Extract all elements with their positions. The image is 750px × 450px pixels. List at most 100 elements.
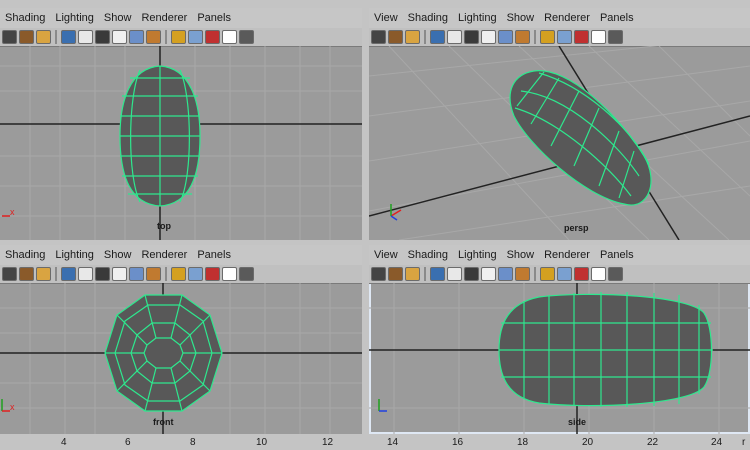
menu-panels[interactable]: Panels — [595, 249, 639, 261]
toolbar-button-icon[interactable] — [540, 267, 555, 281]
timeline-tick-label: 22 — [647, 437, 659, 448]
toolbar-button-icon[interactable] — [188, 267, 203, 281]
menu-renderer[interactable]: Renderer — [539, 249, 595, 261]
menu-renderer[interactable]: Renderer — [136, 249, 192, 261]
toolbar-button-icon[interactable] — [591, 267, 606, 281]
toolbar-button-icon[interactable] — [19, 267, 34, 281]
toolbar-button-icon[interactable] — [591, 30, 606, 44]
viewport-grid[interactable] — [0, 283, 362, 434]
menu-view[interactable]: View — [369, 12, 403, 24]
menu-show[interactable]: Show — [502, 249, 540, 261]
viewport-front[interactable]: Shading Lighting Show Renderer Panels fr… — [0, 245, 362, 434]
toolbar-button-icon[interactable] — [515, 30, 530, 44]
toolbar-button-icon[interactable] — [129, 267, 144, 281]
toolbar-button-icon[interactable] — [95, 267, 110, 281]
toolbar-button-icon[interactable] — [171, 267, 186, 281]
toolbar-button-icon[interactable] — [239, 30, 254, 44]
menu-shading[interactable]: Shading — [0, 12, 50, 24]
viewport-toolbar — [0, 265, 362, 284]
toolbar-button-icon[interactable] — [481, 267, 496, 281]
toolbar-button-icon[interactable] — [498, 30, 513, 44]
timeline-tick-label: 10 — [256, 437, 268, 448]
toolbar-button-icon[interactable] — [464, 267, 479, 281]
toolbar-button-icon[interactable] — [78, 30, 93, 44]
toolbar-button-icon[interactable] — [557, 30, 572, 44]
toolbar-button-icon[interactable] — [608, 30, 623, 44]
menu-lighting[interactable]: Lighting — [50, 249, 99, 261]
viewport-grid[interactable] — [369, 46, 750, 240]
toolbar-button-icon[interactable] — [2, 267, 17, 281]
toolbar-button-icon[interactable] — [481, 30, 496, 44]
toolbar-button-icon[interactable] — [222, 267, 237, 281]
toolbar-button-icon[interactable] — [430, 267, 445, 281]
toolbar-button-icon[interactable] — [36, 30, 51, 44]
menu-lighting[interactable]: Lighting — [50, 12, 99, 24]
menu-lighting[interactable]: Lighting — [453, 249, 502, 261]
toolbar-button-icon[interactable] — [146, 267, 161, 281]
toolbar-button-icon[interactable] — [405, 267, 420, 281]
menu-panels[interactable]: Panels — [192, 12, 236, 24]
viewport-persp[interactable]: View Shading Lighting Show Renderer Pane… — [369, 8, 750, 240]
toolbar-button-icon[interactable] — [61, 267, 76, 281]
toolbar-button-icon[interactable] — [112, 267, 127, 281]
toolbar-button-icon[interactable] — [78, 267, 93, 281]
viewport-top[interactable]: Shading Lighting Show Renderer Panels to… — [0, 8, 362, 240]
toolbar-button-icon[interactable] — [405, 30, 420, 44]
toolbar-button-icon[interactable] — [19, 30, 34, 44]
menu-shading[interactable]: Shading — [403, 12, 453, 24]
viewport-toolbar — [369, 28, 750, 47]
toolbar-button-icon[interactable] — [239, 267, 254, 281]
toolbar-button-icon[interactable] — [574, 267, 589, 281]
toolbar-separator — [424, 267, 426, 281]
toolbar-button-icon[interactable] — [371, 30, 386, 44]
viewport-grid[interactable] — [0, 46, 362, 240]
toolbar-button-icon[interactable] — [2, 30, 17, 44]
menu-renderer[interactable]: Renderer — [136, 12, 192, 24]
viewport-menubar: View Shading Lighting Show Renderer Pane… — [369, 8, 750, 28]
toolbar-button-icon[interactable] — [188, 30, 203, 44]
toolbar-button-icon[interactable] — [498, 267, 513, 281]
toolbar-button-icon[interactable] — [129, 30, 144, 44]
menu-lighting[interactable]: Lighting — [453, 12, 502, 24]
toolbar-button-icon[interactable] — [205, 267, 220, 281]
toolbar-button-icon[interactable] — [540, 30, 555, 44]
toolbar-button-icon[interactable] — [146, 30, 161, 44]
menu-panels[interactable]: Panels — [192, 249, 236, 261]
toolbar-button-icon[interactable] — [447, 267, 462, 281]
toolbar-button-icon[interactable] — [112, 30, 127, 44]
menu-show[interactable]: Show — [99, 249, 137, 261]
toolbar-button-icon[interactable] — [447, 30, 462, 44]
viewport-grid[interactable] — [369, 283, 750, 434]
toolbar-button-icon[interactable] — [515, 267, 530, 281]
mesh-front — [104, 294, 223, 412]
axis-gizmo — [387, 198, 407, 227]
menu-renderer[interactable]: Renderer — [539, 12, 595, 24]
toolbar-button-icon[interactable] — [36, 267, 51, 281]
toolbar-button-icon[interactable] — [371, 267, 386, 281]
menu-show[interactable]: Show — [502, 12, 540, 24]
toolbar-button-icon[interactable] — [430, 30, 445, 44]
viewport-menubar: Shading Lighting Show Renderer Panels — [0, 8, 362, 28]
toolbar-separator — [55, 30, 57, 44]
menu-shading[interactable]: Shading — [0, 249, 50, 261]
toolbar-button-icon[interactable] — [464, 30, 479, 44]
toolbar-button-icon[interactable] — [205, 30, 220, 44]
toolbar-button-icon[interactable] — [388, 267, 403, 281]
menu-panels[interactable]: Panels — [595, 12, 639, 24]
mesh-top — [119, 65, 201, 207]
toolbar-button-icon[interactable] — [171, 30, 186, 44]
toolbar-button-icon[interactable] — [61, 30, 76, 44]
toolbar-separator — [165, 267, 167, 281]
toolbar-button-icon[interactable] — [608, 267, 623, 281]
timeline-tick-label: 16 — [452, 437, 464, 448]
toolbar-button-icon[interactable] — [222, 30, 237, 44]
menu-show[interactable]: Show — [99, 12, 137, 24]
toolbar-button-icon[interactable] — [388, 30, 403, 44]
menu-shading[interactable]: Shading — [403, 249, 453, 261]
menu-view[interactable]: View — [369, 249, 403, 261]
toolbar-button-icon[interactable] — [557, 267, 572, 281]
viewport-side[interactable]: View Shading Lighting Show Renderer Pane… — [369, 245, 750, 434]
toolbar-button-icon[interactable] — [574, 30, 589, 44]
time-slider[interactable]: 4 6 8 10 12 14 16 18 20 22 24 r — [0, 434, 750, 450]
toolbar-button-icon[interactable] — [95, 30, 110, 44]
